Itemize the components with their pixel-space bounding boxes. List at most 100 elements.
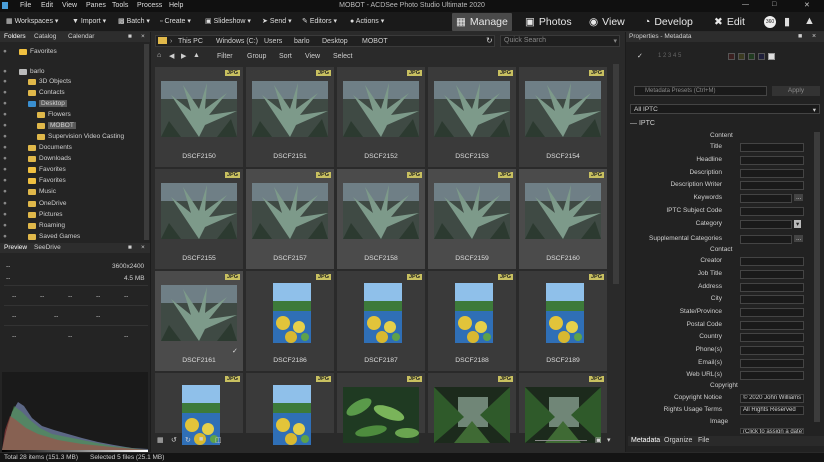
thumbnail-item[interactable]: JPG DSCF2189: [519, 271, 607, 371]
tree-scrollbar[interactable]: [144, 44, 149, 240]
tree-item[interactable]: ● Pictures: [3, 209, 62, 220]
thumbnail-item[interactable]: JPG DSCF2161 ✓: [155, 271, 243, 371]
crumb-users[interactable]: Users: [264, 38, 282, 45]
iptc-section-header[interactable]: — IPTC: [630, 120, 655, 127]
field-input[interactable]: [740, 333, 804, 342]
editors-button[interactable]: ✎ Editors ▾: [302, 17, 337, 25]
thumbnail-item[interactable]: JPG DSCF2159: [428, 169, 516, 269]
field-input[interactable]: © 2020 John Williams: [740, 394, 804, 403]
apply-button[interactable]: Apply: [772, 86, 820, 96]
thumbnail-item[interactable]: JPG: [337, 373, 425, 443]
thumbnail-item[interactable]: JPG DSCF2150: [155, 67, 243, 167]
tab-calendar[interactable]: Calendar: [68, 33, 94, 40]
tree-item[interactable]: ● Downloads: [3, 153, 71, 164]
tree-item[interactable]: ● MOBOT: [3, 120, 76, 131]
thumbnail-item[interactable]: JPG DSCF2153: [428, 67, 516, 167]
field-input[interactable]: [740, 181, 804, 190]
chevron-down-icon[interactable]: ▾: [613, 37, 617, 45]
menu-view[interactable]: View: [62, 2, 77, 9]
mode-develop[interactable]: ◔ Develop: [644, 13, 693, 31]
rating-stars[interactable]: 1 2 3 4 5: [658, 53, 681, 59]
thumbnail-item[interactable]: JPG DSCF2152: [337, 67, 425, 167]
select-menu[interactable]: Select: [333, 53, 352, 60]
grid-scrollbar[interactable]: [613, 64, 619, 284]
tree-item[interactable]: ● Flowers: [3, 109, 71, 120]
tab-organize[interactable]: Organize: [664, 437, 692, 444]
tab-file[interactable]: File: [698, 437, 709, 444]
home-icon[interactable]: ⌂: [157, 52, 161, 59]
tree-item[interactable]: ● Supervision Video Casting: [3, 131, 124, 142]
slideshow-button[interactable]: ▣ Slideshow ▾: [205, 17, 251, 25]
field-input[interactable]: [740, 359, 804, 368]
label-yellow[interactable]: [738, 53, 745, 60]
tab-preview[interactable]: Preview: [4, 244, 27, 251]
field-input[interactable]: [740, 270, 804, 279]
mode-view[interactable]: ◉ View: [589, 13, 625, 31]
field-input[interactable]: All Rights Reserved: [740, 406, 804, 415]
field-input[interactable]: [740, 346, 804, 355]
view-dropdown[interactable]: All IPTC ▾: [630, 104, 820, 114]
rotate-right-icon[interactable]: ↻: [185, 436, 191, 444]
send-button[interactable]: ➤ Send ▾: [262, 17, 292, 25]
date-created-input[interactable]: (Click to assign a date): [740, 428, 804, 434]
view-menu[interactable]: View: [305, 53, 320, 60]
field-input[interactable]: [740, 308, 804, 317]
close-button[interactable]: ✕: [804, 1, 810, 9]
pin-icon[interactable]: ■: [128, 244, 132, 251]
zoom-slider[interactable]: [535, 440, 587, 441]
chevron-down-icon[interactable]: ▾: [794, 220, 802, 228]
metadata-scrollbar[interactable]: [814, 132, 820, 422]
360-icon[interactable]: 360: [764, 16, 776, 28]
thumbnail-item[interactable]: JPG: [428, 373, 516, 443]
tree-item[interactable]: ● Saved Games: [3, 231, 80, 242]
field-input[interactable]: [740, 169, 804, 178]
thumbnail-item[interactable]: JPG: [155, 373, 243, 445]
field-input[interactable]: [740, 371, 804, 380]
batch-button[interactable]: ▩ Batch ▾: [118, 17, 150, 25]
dashboard-icon[interactable]: ▮: [784, 15, 790, 28]
thumbnail-item[interactable]: JPG DSCF2188: [428, 271, 516, 371]
tree-item[interactable]: ● Favorites: [3, 46, 57, 57]
crumb-windows[interactable]: Windows (C:): [216, 38, 258, 45]
zoom-fit-icon[interactable]: ▣: [595, 436, 602, 444]
minimize-button[interactable]: —: [742, 1, 749, 8]
field-input[interactable]: [740, 194, 792, 203]
compare-icon[interactable]: ◫: [215, 436, 222, 444]
menu-process[interactable]: Process: [137, 2, 162, 9]
browse-button[interactable]: ...: [794, 235, 804, 242]
menu-panes[interactable]: Panes: [86, 2, 106, 9]
quick-search-input[interactable]: Quick Search ▾: [500, 35, 620, 47]
maximize-button[interactable]: □: [772, 1, 776, 8]
field-input[interactable]: [740, 156, 804, 165]
thumbnail-item[interactable]: JPG DSCF2186: [246, 271, 334, 371]
tree-item[interactable]: ● Contacts: [3, 87, 65, 98]
field-input[interactable]: [740, 283, 804, 292]
zoom-options-icon[interactable]: ▾: [607, 436, 611, 444]
create-button[interactable]: ▫ Create ▾: [160, 17, 191, 25]
crumb-this-pc[interactable]: This PC: [178, 38, 203, 45]
thumbnail-item[interactable]: JPG DSCF2154: [519, 67, 607, 167]
delete-icon[interactable]: ■: [199, 436, 203, 443]
mode-edit[interactable]: ✖ Edit: [714, 13, 745, 31]
thumbnail-item[interactable]: JPG: [246, 373, 334, 445]
tree-item[interactable]: ● Music: [3, 186, 56, 197]
workspaces-button[interactable]: ▦ Workspaces ▾: [6, 17, 58, 25]
luminance-icon[interactable]: ▲: [804, 15, 815, 27]
field-input[interactable]: [740, 143, 804, 152]
mode-manage[interactable]: ▦ Manage: [452, 13, 512, 31]
refresh-icon[interactable]: ↻: [486, 36, 493, 45]
label-blue[interactable]: [758, 53, 765, 60]
filter-menu[interactable]: Filter: [217, 53, 233, 60]
tagged-check-icon[interactable]: ✓: [232, 347, 238, 355]
tab-catalog[interactable]: Catalog: [34, 33, 56, 40]
field-input[interactable]: [740, 295, 804, 304]
tab-seedrive[interactable]: SeeDrive: [34, 244, 61, 251]
tab-metadata[interactable]: Metadata: [631, 437, 660, 444]
tree-item[interactable]: ● Documents: [3, 142, 72, 153]
tree-item[interactable]: ● Desktop: [3, 98, 67, 109]
menu-help[interactable]: Help: [169, 2, 183, 9]
label-clear[interactable]: [768, 53, 775, 60]
group-menu[interactable]: Group: [247, 53, 266, 60]
pin-icon[interactable]: ■: [798, 33, 802, 40]
close-pane-icon[interactable]: ×: [812, 33, 816, 40]
